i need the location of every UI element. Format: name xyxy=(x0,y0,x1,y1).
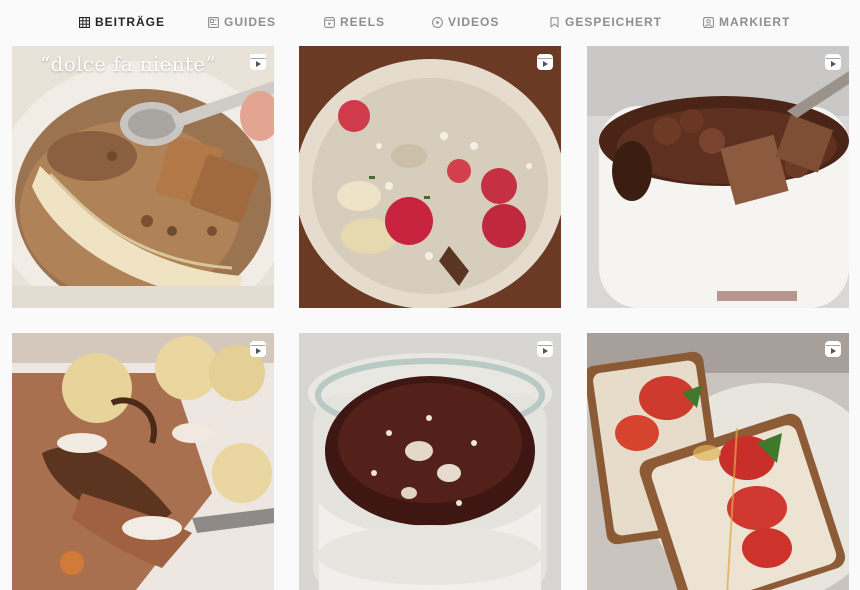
reel-icon xyxy=(249,53,267,71)
post-image xyxy=(12,333,274,590)
post-image xyxy=(299,333,561,590)
post-tile[interactable] xyxy=(587,333,849,590)
profile-page: BEITRÄGE GUIDES REELS VIDEOS GESPEICHERT xyxy=(0,0,860,590)
reel-icon xyxy=(249,340,267,358)
post-tile[interactable] xyxy=(12,333,274,590)
post-image xyxy=(587,46,849,308)
post-grid: “dolce fa niente” xyxy=(0,0,860,590)
post-tile[interactable] xyxy=(587,46,849,308)
reel-icon xyxy=(824,53,842,71)
post-tile[interactable] xyxy=(299,46,561,308)
reel-icon xyxy=(536,340,554,358)
post-image xyxy=(12,46,274,308)
post-caption: “dolce fa niente” xyxy=(40,52,216,76)
reel-icon xyxy=(824,340,842,358)
post-image xyxy=(587,333,849,590)
reel-icon xyxy=(536,53,554,71)
post-tile[interactable] xyxy=(299,333,561,590)
post-tile[interactable]: “dolce fa niente” xyxy=(12,46,274,308)
post-image xyxy=(299,46,561,308)
